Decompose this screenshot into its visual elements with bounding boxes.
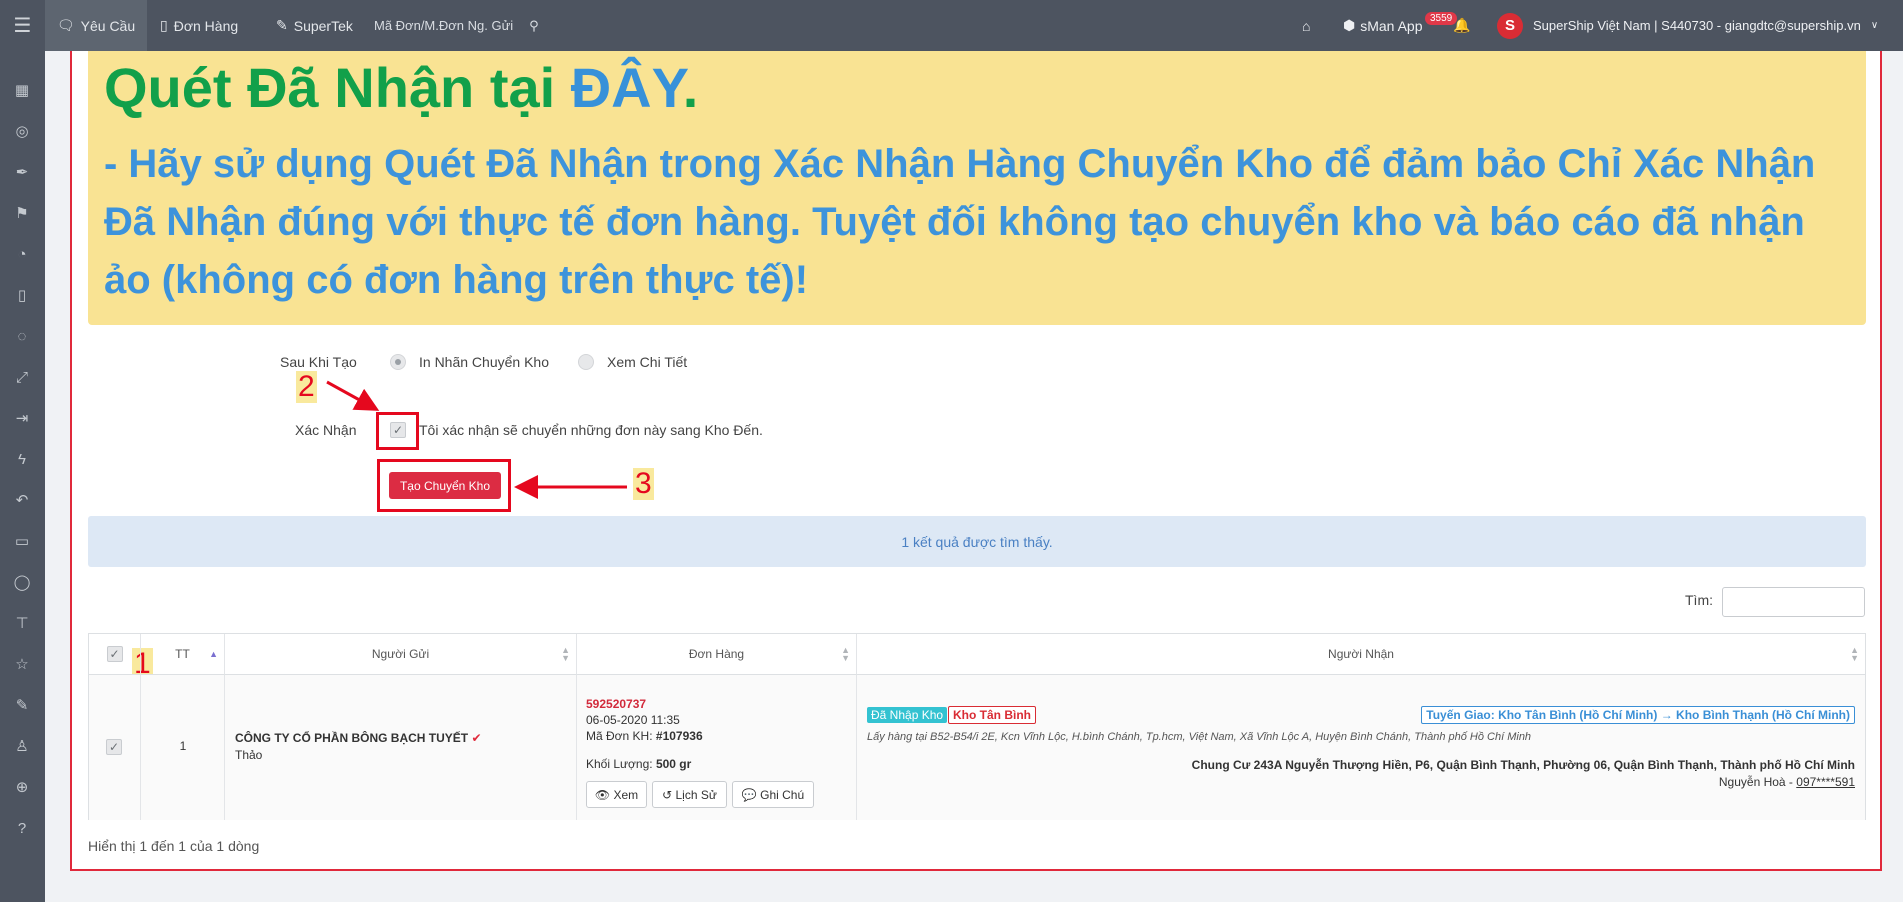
select-all-checkbox[interactable]: ✓ bbox=[106, 646, 123, 662]
arrow-2 bbox=[326, 380, 380, 411]
sort-icon: ▲ ▼ bbox=[841, 645, 850, 663]
eye-icon: 👁 bbox=[594, 787, 611, 802]
row-checkbox[interactable]: ✓ bbox=[106, 739, 122, 755]
order-code-link[interactable]: 592520737 bbox=[586, 697, 646, 711]
sender-company: CÔNG TY CỔ PHẦN BÔNG BẠCH TUYẾT ✔ bbox=[235, 731, 482, 745]
row-select-cell: ✓ bbox=[89, 674, 141, 820]
route-badge: Tuyến Giao: Kho Tân Bình (Hồ Chí Minh) →… bbox=[1421, 706, 1855, 724]
sender-name: Thảo bbox=[235, 748, 263, 762]
status-badge: Đã Nhập Kho bbox=[867, 707, 948, 723]
find-input[interactable] bbox=[1722, 587, 1865, 617]
pagination-info: Hiển thị 1 đến 1 của 1 dòng bbox=[88, 838, 260, 854]
sort-icon: ▲ ▼ bbox=[1850, 645, 1859, 663]
column-header-tt[interactable]: TT ▲ bbox=[141, 634, 225, 674]
receiver-contact: Nguyễn Hoà - 097****591 bbox=[1718, 775, 1855, 789]
order-time: 06-05-2020 11:35 bbox=[586, 713, 680, 727]
row-receiver-cell: Đã Nhập Kho Kho Tân Bình Tuyến Giao: Kho… bbox=[857, 674, 1865, 820]
view-button[interactable]: 👁 Xem bbox=[586, 781, 647, 808]
transfer-table: ✓ TT ▲ Người Gửi ▲ ▼ Đơn Hàng ▲ ▼ Người Nhận ▲… bbox=[88, 633, 1866, 820]
history-button[interactable]: ↺ Lịch Sử bbox=[652, 781, 727, 808]
receiver-phone[interactable]: 097****591 bbox=[1796, 775, 1855, 789]
row-tt: 1 bbox=[179, 739, 187, 753]
result-count: 1 kết quả được tìm thấy. bbox=[88, 516, 1866, 567]
row-order-cell: 592520737 06-05-2020 11:35 Mã Đơn KH: #1… bbox=[577, 674, 857, 820]
sort-icon: ▲ ▼ bbox=[561, 645, 570, 663]
warehouse-badge: Kho Tân Bình bbox=[948, 706, 1036, 724]
verified-icon: ✔ bbox=[471, 731, 482, 745]
row-tt-cell: 1 bbox=[141, 674, 225, 820]
column-header-sender[interactable]: Người Gửi ▲ ▼ bbox=[225, 634, 577, 674]
column-header-receiver[interactable]: Người Nhận ▲ ▼ bbox=[857, 634, 1865, 674]
comment-icon: 💬 bbox=[741, 787, 757, 802]
history-icon: ↺ bbox=[662, 787, 673, 802]
customer-code: Mã Đơn KH: #107936 bbox=[586, 729, 703, 743]
select-all-header: ✓ bbox=[89, 634, 141, 674]
pickup-address: Lấy hàng tại B52-B54/i 2E, Kcn Vĩnh Lộc,… bbox=[867, 731, 1532, 743]
sort-asc-icon: ▲ bbox=[209, 649, 218, 659]
find-label: Tìm: bbox=[1685, 592, 1713, 608]
order-weight: Khối Lượng: 500 gr bbox=[586, 757, 692, 771]
row-sender-cell: CÔNG TY CỔ PHẦN BÔNG BẠCH TUYẾT ✔ Thảo bbox=[225, 674, 577, 820]
column-header-order[interactable]: Đơn Hàng ▲ ▼ bbox=[577, 634, 857, 674]
delivery-address: Chung Cư 243A Nguyễn Thượng Hiền, P6, Qu… bbox=[1191, 758, 1855, 772]
note-button[interactable]: 💬 Ghi Chú bbox=[732, 781, 814, 808]
